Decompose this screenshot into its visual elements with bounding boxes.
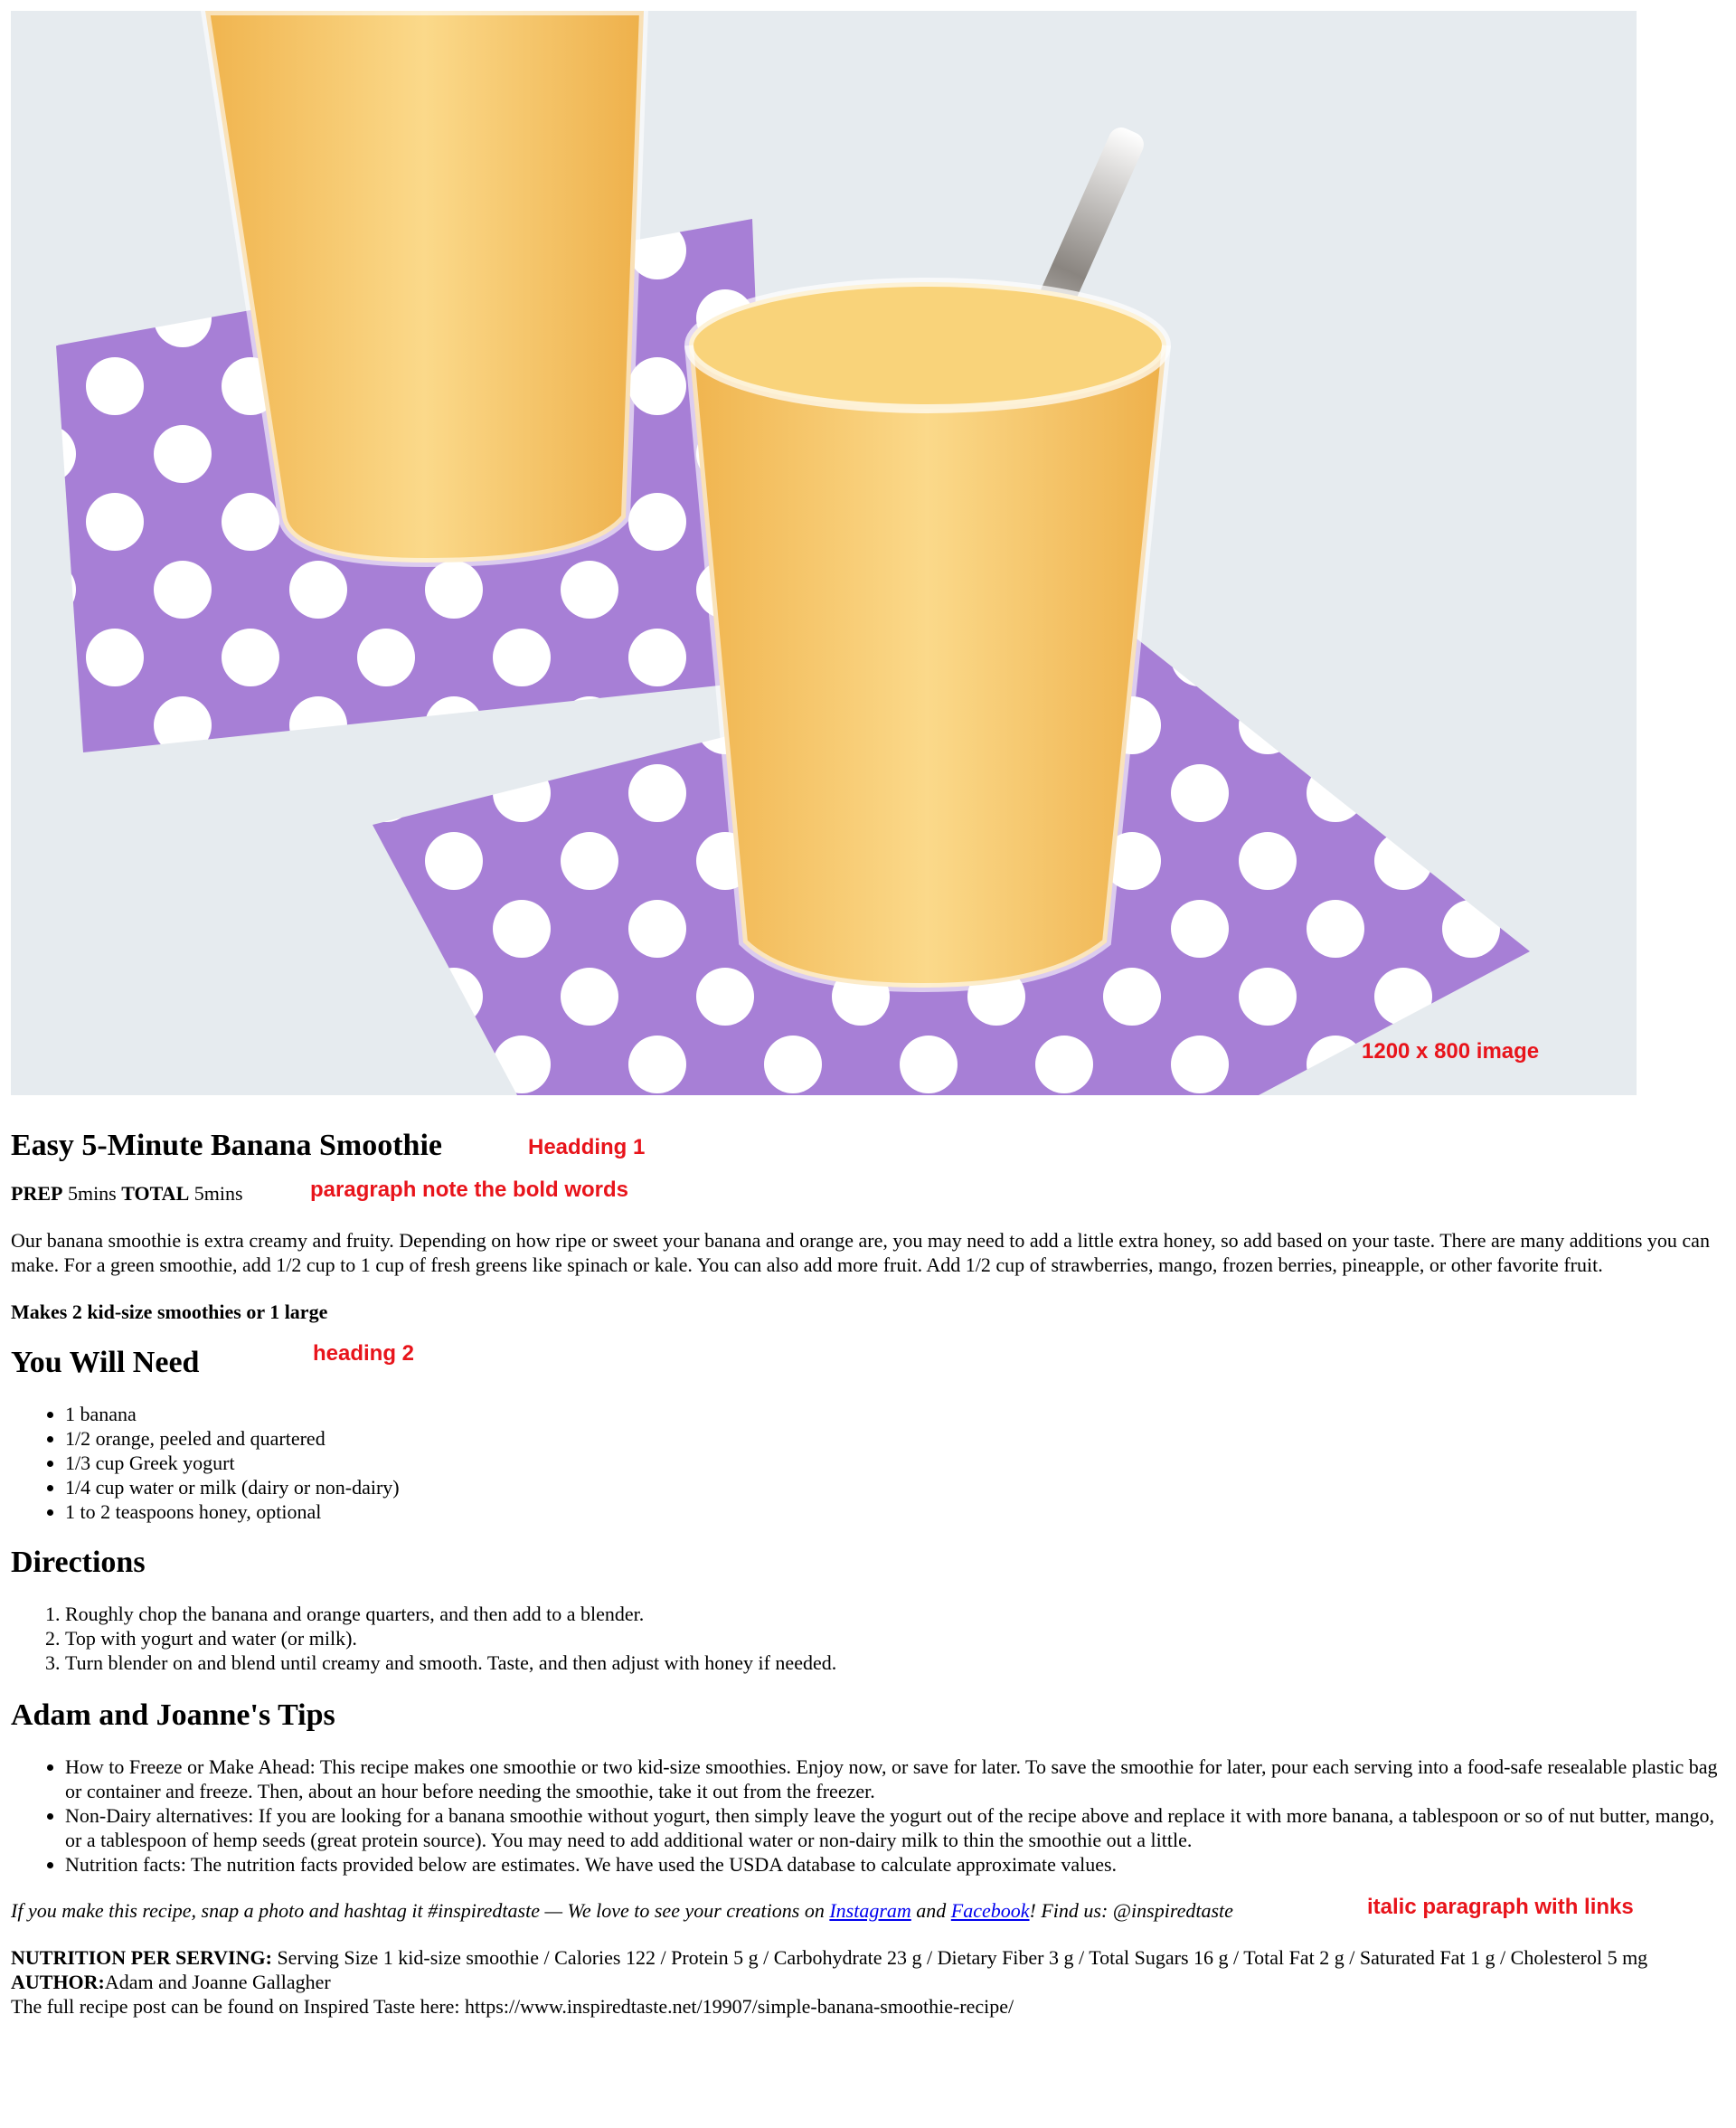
total-value: 5mins (193, 1182, 243, 1205)
tips-heading: Adam and Joanne's Tips (11, 1698, 335, 1732)
list-item: Top with yogurt and water (or milk). (65, 1626, 1725, 1650)
intro-paragraph: Our banana smoothie is extra creamy and … (11, 1229, 1710, 1276)
total-label: TOTAL (121, 1182, 190, 1205)
front-glass (689, 314, 1166, 988)
share-text: If you make this recipe, snap a photo an… (11, 1899, 830, 1922)
prep-label: PREP (11, 1182, 63, 1205)
smoothie-photo-art (11, 11, 1637, 1095)
nutrition-text: Serving Size 1 kid-size smoothie / Calor… (271, 1946, 1648, 1969)
share-text-end: ! Find us: @inspiredtaste (1029, 1899, 1233, 1922)
directions-list: Roughly chop the banana and orange quart… (11, 1602, 1725, 1675)
share-and: and (910, 1899, 951, 1922)
times-row: PREP 5mins TOTAL 5mins paragraph note th… (11, 1177, 1725, 1206)
list-item: 1 to 2 teaspoons honey, optional (65, 1499, 1725, 1524)
need-heading-row: You Will Need heading 2 (11, 1341, 1725, 1381)
list-item: 1 banana (65, 1402, 1725, 1426)
list-item: Non-Dairy alternatives: If you are looki… (65, 1803, 1725, 1852)
yield-text: Makes 2 kid-size smoothies or 1 large (11, 1300, 328, 1323)
page-title: Easy 5-Minute Banana Smoothie (11, 1129, 442, 1162)
recipe-page: 1200 x 800 image Easy 5-Minute Banana Sm… (11, 11, 1725, 2019)
list-item: 1/4 cup water or milk (dairy or non-dair… (65, 1475, 1725, 1499)
list-item: How to Freeze or Make Ahead: This recipe… (65, 1754, 1725, 1803)
need-heading: You Will Need (11, 1346, 200, 1379)
list-item: 1/3 cup Greek yogurt (65, 1451, 1725, 1475)
list-item: Turn blender on and blend until creamy a… (65, 1650, 1725, 1675)
heading1-annotation: Headding 1 (528, 1135, 646, 1159)
list-item: 1/2 orange, peeled and quartered (65, 1426, 1725, 1451)
image-annotation: 1200 x 800 image (1362, 1039, 1540, 1064)
tips-list: How to Freeze or Make Ahead: This recipe… (11, 1754, 1725, 1877)
list-item: Nutrition facts: The nutrition facts pro… (65, 1852, 1725, 1877)
directions-heading: Directions (11, 1546, 146, 1579)
list-item: Roughly chop the banana and orange quart… (65, 1602, 1725, 1626)
source-line: The full recipe post can be found on Ins… (11, 1995, 1014, 2018)
prep-value: 5mins (67, 1182, 117, 1205)
title-row: Easy 5-Minute Banana Smoothie Headding 1 (11, 1128, 1725, 1164)
instagram-link[interactable]: Instagram (829, 1899, 910, 1922)
facebook-link[interactable]: Facebook (951, 1899, 1030, 1922)
smoothie-photo: 1200 x 800 image (11, 11, 1637, 1095)
italic-paragraph-annotation: italic paragraph with links (1367, 1895, 1634, 1919)
author-line: AUTHOR:Adam and Joanne Gallagher (11, 1970, 1725, 1994)
author-name: Adam and Joanne Gallagher (104, 1971, 331, 1993)
nutrition-label: NUTRITION PER SERVING: (11, 1946, 272, 1969)
heading2-annotation: heading 2 (313, 1341, 415, 1366)
share-row: If you make this recipe, snap a photo an… (11, 1895, 1725, 1923)
author-label: AUTHOR: (11, 1971, 105, 1993)
ingredients-list: 1 banana 1/2 orange, peeled and quartere… (11, 1402, 1725, 1524)
paragraph-annotation: paragraph note the bold words (310, 1177, 629, 1202)
nutrition-paragraph: NUTRITION PER SERVING: Serving Size 1 ki… (11, 1945, 1725, 1970)
prep-time: PREP 5mins TOTAL 5mins (11, 1181, 1725, 1206)
